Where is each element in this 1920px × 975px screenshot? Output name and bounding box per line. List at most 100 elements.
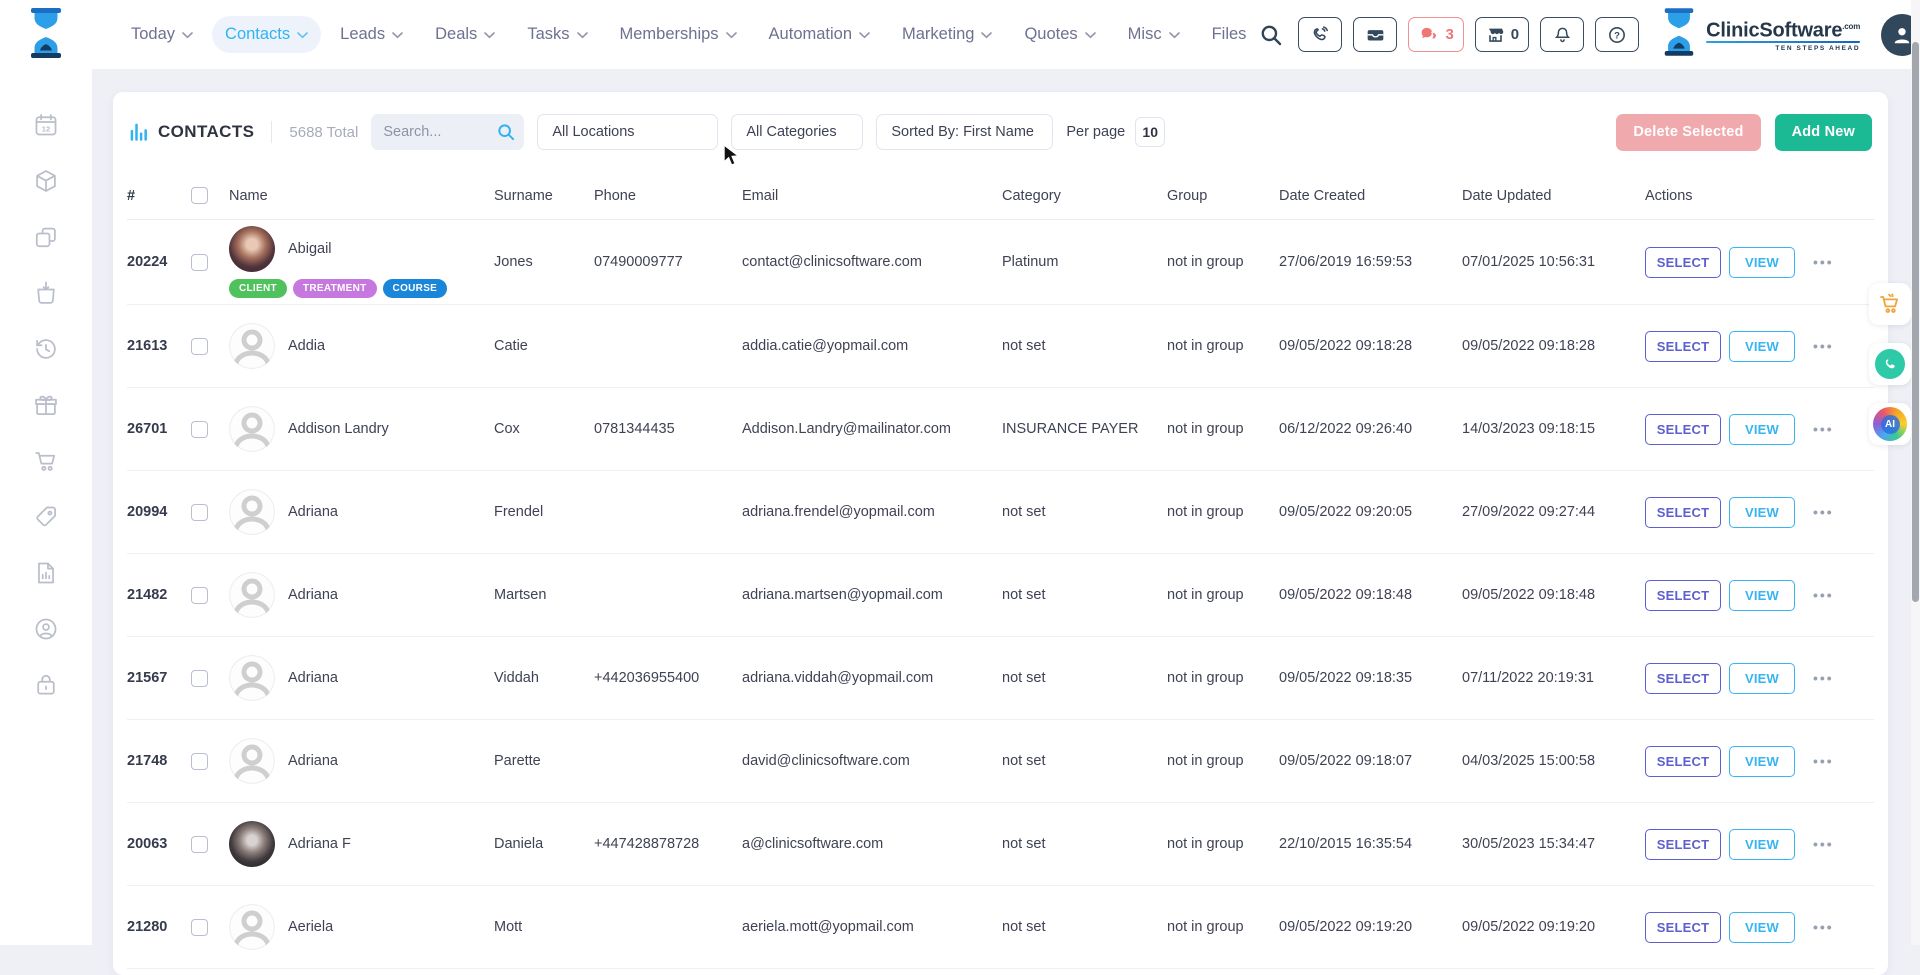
contact-avatar-placeholder [229, 572, 275, 618]
nav-item-label: Contacts [225, 25, 290, 44]
date-updated: 09/05/2022 09:18:48 [1462, 587, 1645, 603]
sort-filter[interactable]: Sorted By: First Name [876, 114, 1053, 150]
global-search-icon[interactable] [1259, 23, 1283, 47]
nav-item-contacts[interactable]: Contacts [212, 16, 321, 53]
nav-item-leads[interactable]: Leads [327, 16, 416, 53]
sidebar-item-copy[interactable] [33, 224, 59, 250]
sidebar-item-gift[interactable] [33, 392, 59, 418]
toolbar-actions: Delete Selected Add New [1616, 114, 1872, 151]
nav-item-deals[interactable]: Deals [422, 16, 508, 53]
location-filter[interactable]: All Locations [537, 114, 718, 150]
more-actions-icon[interactable]: ••• [1813, 504, 1834, 520]
row-checkbox-cell [191, 753, 229, 770]
nav-item-label: Tasks [527, 25, 569, 44]
row-checkbox[interactable] [191, 587, 208, 604]
contact-group: not in group [1167, 587, 1279, 603]
select-button[interactable]: SELECT [1645, 912, 1721, 943]
nav-item-files[interactable]: Files [1199, 16, 1260, 53]
brand-tagline: TEN STEPS AHEAD [1706, 45, 1860, 52]
call-float-button[interactable] [1869, 343, 1911, 385]
sidebar-item-calendar[interactable]: 12 [33, 112, 59, 138]
per-page-value[interactable]: 10 [1135, 117, 1165, 147]
category-filter[interactable]: All Categories [731, 114, 863, 150]
row-checkbox[interactable] [191, 254, 208, 271]
name-cell: Adriana [229, 738, 494, 784]
sidebar-logo[interactable] [26, 7, 66, 64]
inbox-button[interactable] [1353, 17, 1397, 52]
search-wrap [371, 114, 524, 150]
view-button[interactable]: VIEW [1729, 912, 1795, 943]
select-button[interactable]: SELECT [1645, 746, 1721, 777]
cart-float-button[interactable] [1869, 283, 1911, 325]
row-checkbox[interactable] [191, 504, 208, 521]
chevron-down-icon [392, 32, 403, 39]
add-new-button[interactable]: Add New [1775, 114, 1872, 151]
select-button[interactable]: SELECT [1645, 247, 1721, 278]
nav-item-misc[interactable]: Misc [1115, 16, 1193, 53]
contact-category: not set [1002, 338, 1167, 354]
dialer-button[interactable] [1298, 17, 1342, 52]
page-title-text: CONTACTS [158, 122, 254, 142]
notifications-button[interactable] [1540, 17, 1584, 52]
nav-item-quotes[interactable]: Quotes [1011, 16, 1108, 53]
select-button[interactable]: SELECT [1645, 414, 1721, 445]
more-actions-icon[interactable]: ••• [1813, 670, 1834, 686]
more-actions-icon[interactable]: ••• [1813, 836, 1834, 852]
nav-item-tasks[interactable]: Tasks [514, 16, 600, 53]
row-checkbox[interactable] [191, 421, 208, 438]
row-checkbox[interactable] [191, 338, 208, 355]
store-button[interactable]: 0 [1475, 17, 1529, 52]
more-actions-icon[interactable]: ••• [1813, 338, 1834, 354]
view-button[interactable]: VIEW [1729, 331, 1795, 362]
badge-count: 3 [1445, 26, 1453, 43]
nav-item-marketing[interactable]: Marketing [889, 16, 1005, 53]
sidebar-item-tag[interactable] [33, 504, 59, 530]
sidebar-item-package[interactable] [33, 168, 59, 194]
delete-selected-button[interactable]: Delete Selected [1616, 114, 1760, 151]
sidebar-item-contact[interactable] [33, 616, 59, 642]
nav-item-today[interactable]: Today [118, 16, 206, 53]
more-actions-icon[interactable]: ••• [1813, 587, 1834, 603]
help-button[interactable]: ? [1595, 17, 1639, 52]
select-all-checkbox[interactable] [191, 187, 208, 204]
chat-button[interactable]: 3 [1408, 17, 1463, 52]
select-button[interactable]: SELECT [1645, 829, 1721, 860]
row-checkbox[interactable] [191, 919, 208, 936]
view-button[interactable]: VIEW [1729, 663, 1795, 694]
select-button[interactable]: SELECT [1645, 580, 1721, 611]
view-button[interactable]: VIEW [1729, 829, 1795, 860]
row-checkbox[interactable] [191, 670, 208, 687]
nav-item-memberships[interactable]: Memberships [607, 16, 750, 53]
sidebar-item-bag[interactable] [33, 280, 59, 306]
sidebar-item-lock[interactable] [33, 672, 59, 698]
more-actions-icon[interactable]: ••• [1813, 254, 1834, 270]
actions-cell: SELECT VIEW ••• [1645, 912, 1874, 943]
help-icon: ? [1607, 25, 1627, 45]
view-button[interactable]: VIEW [1729, 247, 1795, 278]
scrollbar-thumb[interactable] [1912, 42, 1919, 602]
more-actions-icon[interactable]: ••• [1813, 421, 1834, 437]
table-row: 20063Adriana FDaniela+447428878728a@clin… [127, 803, 1874, 886]
more-actions-icon[interactable]: ••• [1813, 753, 1834, 769]
more-actions-icon[interactable]: ••• [1813, 919, 1834, 935]
select-button[interactable]: SELECT [1645, 663, 1721, 694]
column-header-category: Category [1002, 188, 1167, 204]
row-checkbox[interactable] [191, 753, 208, 770]
select-button[interactable]: SELECT [1645, 331, 1721, 362]
sidebar-item-report[interactable] [33, 560, 59, 586]
select-button[interactable]: SELECT [1645, 497, 1721, 528]
sidebar-item-cart[interactable] [33, 448, 59, 474]
nav-item-automation[interactable]: Automation [756, 16, 883, 53]
row-checkbox[interactable] [191, 836, 208, 853]
view-button[interactable]: VIEW [1729, 580, 1795, 611]
ai-float-button[interactable]: AI [1869, 403, 1911, 445]
contact-icon [33, 616, 59, 642]
view-button[interactable]: VIEW [1729, 497, 1795, 528]
ai-label: AI [1881, 415, 1900, 434]
view-button[interactable]: VIEW [1729, 414, 1795, 445]
brand-logo[interactable]: ClinicSoftware.com TEN STEPS AHEAD [1660, 7, 1860, 62]
view-button[interactable]: VIEW [1729, 746, 1795, 777]
contact-surname: Viddah [494, 670, 594, 686]
search-icon[interactable] [496, 122, 516, 142]
sidebar-item-history[interactable] [33, 336, 59, 362]
